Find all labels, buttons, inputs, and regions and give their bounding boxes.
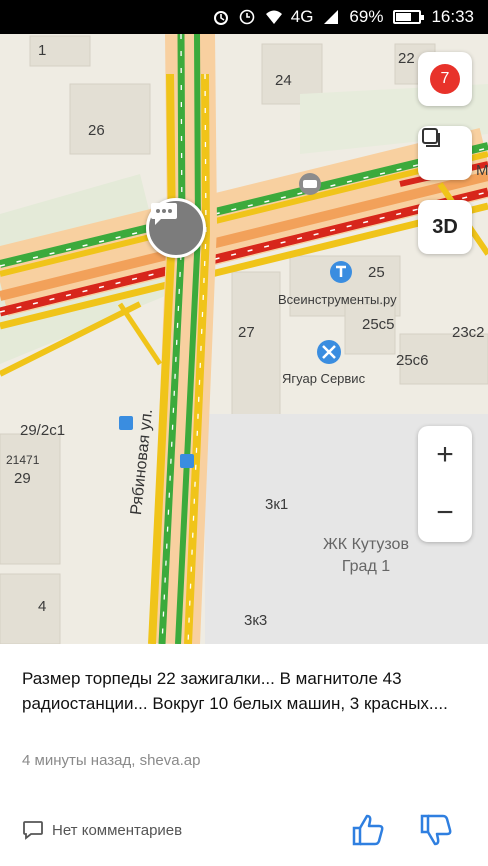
battery-percent: 69%	[349, 7, 384, 26]
layers-button[interactable]	[418, 126, 472, 180]
thumbs-down-icon	[420, 814, 452, 846]
notifications-badge: 7	[430, 64, 460, 94]
building-label: 27	[238, 324, 255, 341]
map-view[interactable]: 1 24 22 26 25 Всеинструменты.ру 25с5 27 …	[0, 34, 488, 644]
building-label: 25с6	[396, 352, 429, 369]
comment-icon	[23, 821, 43, 840]
clock-icon	[239, 9, 255, 25]
status-bar: 4G 69% 16:33	[0, 0, 488, 34]
layers-icon	[422, 128, 440, 147]
event-text: Размер торпеды 22 зажигалки... В магнито…	[22, 669, 448, 713]
building-label: 22	[398, 50, 415, 67]
chat-bubble-icon	[151, 203, 177, 225]
thumbs-up-icon	[352, 814, 384, 846]
network-type: 4G	[290, 7, 314, 26]
like-button[interactable]	[348, 810, 388, 850]
dislike-button[interactable]	[416, 810, 456, 850]
building-label: 29	[14, 470, 31, 487]
poi-label-yaguar[interactable]: Ягуар Сервис	[282, 371, 365, 386]
alarm-icon	[213, 9, 229, 25]
building-label: 29/2с1	[20, 422, 66, 439]
signal-icon	[323, 9, 339, 25]
poi-label-vseinstrumenty[interactable]: Всеинструменты.ру	[278, 292, 397, 307]
edge-label: М	[476, 162, 488, 179]
complex-label-line1: ЖК Кутузов	[323, 536, 409, 553]
complex-label: ЖК Кутузов Град 1	[310, 534, 422, 578]
zoom-in-button[interactable]: +	[418, 426, 472, 484]
notifications-button[interactable]: 7	[418, 52, 472, 106]
building-label: 4	[38, 598, 47, 615]
view-3d-button[interactable]: 3D	[418, 200, 472, 254]
building-label: 1	[38, 42, 47, 59]
event-card: Размер торпеды 22 зажигалки... В магнито…	[0, 644, 488, 866]
zoom-control: + −	[418, 426, 472, 542]
building-label: 21471	[6, 453, 40, 467]
zoom-out-button[interactable]: −	[418, 484, 472, 542]
building-label: 23с2	[452, 324, 485, 341]
building-label: 24	[275, 72, 292, 89]
building-label: 25с5	[362, 316, 395, 333]
wifi-icon	[265, 9, 282, 25]
building-label: 3к3	[244, 612, 268, 629]
building-label: 3к1	[265, 496, 289, 513]
battery-icon	[393, 10, 425, 24]
comments-link[interactable]: Нет комментариев	[22, 820, 182, 840]
event-meta: 4 минуты назад, sheva.ap	[22, 752, 201, 769]
building-label: 26	[88, 122, 105, 139]
comments-label: Нет комментариев	[52, 821, 183, 839]
road-event-marker[interactable]	[146, 198, 206, 258]
clock-time: 16:33	[431, 7, 474, 26]
complex-label-line2: Град 1	[341, 558, 391, 575]
building-label: 25	[368, 264, 385, 281]
